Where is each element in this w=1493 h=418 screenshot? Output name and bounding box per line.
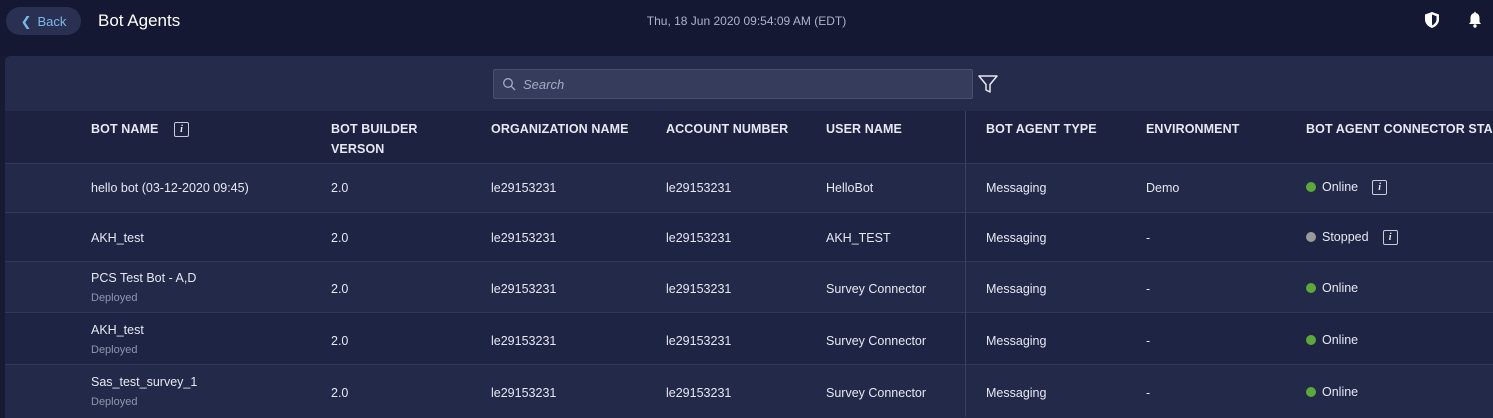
search-icon [503, 78, 516, 91]
bot-name[interactable]: AKH_test [91, 323, 144, 337]
bell-icon[interactable] [1466, 11, 1484, 29]
info-icon[interactable]: i [1372, 180, 1388, 195]
agent-type: Messaging [986, 334, 1047, 348]
agent-type: Messaging [986, 386, 1047, 400]
info-icon[interactable]: i [174, 122, 190, 138]
deployment-status: Deployed [91, 396, 138, 408]
column-divider [965, 111, 966, 417]
account-number: le29153231 [666, 282, 732, 296]
filter-icon[interactable] [977, 73, 999, 95]
column-header-account[interactable]: ACCOUNT NUMBER [666, 119, 788, 139]
bot-name[interactable]: AKH_test [91, 231, 144, 245]
agent-type: Messaging [986, 181, 1047, 195]
user-name: AKH_TEST [826, 231, 891, 245]
table-row[interactable]: Sas_test_survey_1 Deployed 2.0 le2915323… [5, 364, 1493, 418]
column-header-environment[interactable]: ENVIRONMENT [1146, 119, 1239, 139]
organization-name: le29153231 [491, 334, 557, 348]
bot-name[interactable]: hello bot (03-12-2020 09:45) [91, 181, 249, 195]
status-online-dot [1306, 387, 1316, 397]
account-number: le29153231 [666, 231, 732, 245]
agent-type: Messaging [986, 282, 1047, 296]
table-row[interactable]: AKH_test 2.0 le29153231 le29153231 AKH_T… [5, 212, 1493, 262]
agent-type: Messaging [986, 231, 1047, 245]
user-name: Survey Connector [826, 386, 927, 400]
column-header-agent-type[interactable]: BOT AGENT TYPE [986, 119, 1097, 139]
builder-version: 2.0 [331, 334, 349, 348]
column-header-organization[interactable]: ORGANIZATION NAME [491, 119, 629, 139]
account-number: le29153231 [666, 181, 732, 195]
status-online-dot [1306, 182, 1316, 192]
search-field[interactable] [493, 69, 973, 99]
top-bar: ❮ Back Bot Agents Thu, 18 Jun 2020 09:54… [0, 0, 1493, 56]
account-number: le29153231 [666, 386, 732, 400]
environment: - [1146, 231, 1151, 245]
organization-name: le29153231 [491, 386, 557, 400]
column-header-connector-status[interactable]: BOT AGENT CONNECTOR STA [1306, 119, 1493, 139]
connector-status: Online [1306, 333, 1358, 347]
connector-status: Online [1306, 385, 1358, 399]
environment: Demo [1146, 181, 1180, 195]
status-online-dot [1306, 283, 1316, 293]
organization-name: le29153231 [491, 181, 557, 195]
user-name: Survey Connector [826, 282, 927, 296]
info-icon[interactable]: i [1382, 230, 1398, 245]
connector-status: Stopped i [1306, 230, 1398, 245]
user-name: HelloBot [826, 181, 874, 195]
column-header-user[interactable]: USER NAME [826, 119, 902, 139]
builder-version: 2.0 [331, 386, 349, 400]
shield-icon[interactable] [1423, 11, 1441, 29]
bot-agents-panel: BOT NAME i BOT BUILDER VERSON ORGANIZATI… [5, 56, 1493, 418]
builder-version: 2.0 [331, 231, 349, 245]
timestamp: Thu, 18 Jun 2020 09:54:09 AM (EDT) [646, 14, 847, 28]
deployment-status: Deployed [91, 292, 138, 304]
environment: - [1146, 386, 1151, 400]
environment: - [1146, 282, 1151, 296]
connector-status: Online i [1306, 180, 1388, 195]
bot-name[interactable]: Sas_test_survey_1 [91, 375, 197, 389]
account-number: le29153231 [666, 334, 732, 348]
environment: - [1146, 334, 1151, 348]
table-header: BOT NAME i BOT BUILDER VERSON ORGANIZATI… [5, 111, 1493, 163]
connector-status: Online [1306, 281, 1358, 295]
search-input[interactable] [516, 75, 972, 93]
deployment-status: Deployed [91, 344, 138, 356]
builder-version: 2.0 [331, 181, 349, 195]
bot-name[interactable]: PCS Test Bot - A,D [91, 271, 196, 285]
column-header-builder-version[interactable]: BOT BUILDER VERSON [331, 119, 418, 159]
organization-name: le29153231 [491, 231, 557, 245]
status-online-dot [1306, 335, 1316, 345]
search-bar [5, 56, 1493, 111]
user-name: Survey Connector [826, 334, 927, 348]
table-row[interactable]: AKH_test Deployed 2.0 le29153231 le29153… [5, 312, 1493, 365]
organization-name: le29153231 [491, 282, 557, 296]
builder-version: 2.0 [331, 282, 349, 296]
table-row[interactable]: hello bot (03-12-2020 09:45) 2.0 le29153… [5, 163, 1493, 213]
table-row[interactable]: PCS Test Bot - A,D Deployed 2.0 le291532… [5, 261, 1493, 313]
status-stopped-dot [1306, 232, 1316, 242]
column-header-bot-name[interactable]: BOT NAME i [91, 119, 190, 139]
